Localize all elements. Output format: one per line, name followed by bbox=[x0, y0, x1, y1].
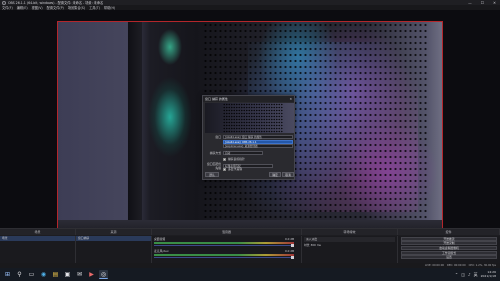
track-name: 桌面音频 bbox=[154, 237, 166, 241]
start-streaming-button[interactable]: 开始推流 bbox=[401, 236, 497, 241]
capture-cursor-checkbox[interactable] bbox=[223, 157, 226, 161]
multi-adapter-row: 多显卡兼容 bbox=[223, 167, 242, 171]
track-db: 0.0 dB bbox=[284, 249, 294, 253]
mixer-track: 桌面音频 0.0 dB bbox=[154, 237, 294, 248]
transitions-dock-header: 转场特效 bbox=[302, 229, 398, 235]
volume-slider-knob[interactable] bbox=[291, 256, 294, 260]
windows-taskbar: ⊞ ⚲ ▭ ◉ ▤ ▣ ✉ ▶ ◎ ⌃ ◫ ♪ 英 14:26 2021/1/1… bbox=[0, 268, 500, 281]
scenes-dock-header: 场景 bbox=[0, 229, 76, 235]
method-select[interactable]: 自动 bbox=[223, 151, 263, 155]
transition-duration[interactable]: 时长 300 ms bbox=[302, 243, 397, 248]
controls-panel: 开始推流 开始录制 启动虚拟摄像机 工作室模式 设置 bbox=[398, 236, 500, 264]
volume-meter bbox=[154, 242, 294, 244]
clock-date: 2021/1/18 bbox=[480, 273, 496, 278]
obs-app-icon bbox=[2, 0, 6, 5]
defaults-button[interactable]: 默认 bbox=[205, 172, 219, 177]
sources-dock-header: 来源 bbox=[76, 229, 152, 235]
cpu-status: CPU: 1.2%, 30.00 fps bbox=[468, 264, 496, 267]
multi-adapter-checkbox[interactable] bbox=[223, 167, 226, 171]
window-select[interactable]: [obs64.exe]: 窗口 捕获 的属性 bbox=[223, 135, 293, 139]
method-row: 捕获方式 自动 bbox=[205, 151, 263, 155]
method-label: 捕获方式 bbox=[209, 151, 221, 155]
capture-cursor-label: 捕获鼠标指针 bbox=[228, 157, 245, 161]
dialog-title-bar: 窗口 捕获 的属性 ✕ bbox=[203, 96, 294, 102]
mixer-track: 麦克风/Aux 0.0 dB bbox=[154, 249, 294, 260]
pc-case-edge bbox=[128, 22, 142, 236]
dock-headers: 场景 来源 混音器 转场特效 控件 bbox=[0, 229, 500, 235]
volume-slider[interactable] bbox=[154, 244, 294, 248]
mixer-dock-header: 混音器 bbox=[152, 229, 302, 235]
track-db: 0.0 dB bbox=[284, 237, 294, 241]
cancel-button[interactable]: 取消 bbox=[282, 172, 294, 177]
minimize-button[interactable]: — bbox=[468, 1, 472, 5]
window-label: 窗口 bbox=[215, 135, 221, 139]
track-name: 麦克风/Aux bbox=[154, 249, 169, 253]
search-icon[interactable]: ⚲ bbox=[15, 270, 24, 279]
capture-cursor-row: 捕获鼠标指针 bbox=[223, 157, 245, 161]
mixer-panel: 桌面音频 0.0 dB 麦克风/Aux 0.0 dB bbox=[152, 236, 302, 264]
task-view-icon[interactable]: ▭ bbox=[27, 270, 36, 279]
media-icon[interactable]: ▶ bbox=[87, 270, 96, 279]
volume-icon[interactable]: ♪ bbox=[468, 272, 471, 277]
docks-area: 场景 来源 混音器 转场特效 控件 场景 窗口捕获 桌面音频 0.0 dB 麦克… bbox=[0, 228, 500, 264]
start-recording-button[interactable]: 开始录制 bbox=[401, 241, 497, 246]
priority-label: 窗口匹配优先级 bbox=[207, 162, 221, 170]
store-icon[interactable]: ▣ bbox=[63, 270, 72, 279]
windows-start-icon[interactable]: ⊞ bbox=[3, 270, 12, 279]
maximize-button[interactable]: ☐ bbox=[481, 1, 484, 5]
mail-icon[interactable]: ✉ bbox=[75, 270, 84, 279]
dialog-preview-thumbnail bbox=[205, 103, 294, 133]
window-controls: — ☐ ✕ bbox=[468, 1, 500, 5]
transition-select[interactable]: 淡入淡出 bbox=[304, 237, 395, 242]
obs-icon[interactable]: ◎ bbox=[99, 270, 108, 279]
window-row: 窗口 [obs64.exe]: 窗口 捕获 的属性 bbox=[205, 135, 293, 139]
studio-mode-button[interactable]: 工作室模式 bbox=[401, 250, 497, 255]
window-option[interactable]: [explorer.exe]: 资源管理器 bbox=[223, 144, 293, 148]
edge-icon[interactable]: ◉ bbox=[39, 270, 48, 279]
close-button[interactable]: ✕ bbox=[493, 1, 496, 5]
dialog-title: 窗口 捕获 的属性 bbox=[205, 97, 228, 101]
live-status: LIVE: 00:00:00 bbox=[425, 264, 445, 267]
system-tray: ⌃ ◫ ♪ 英 14:26 2021/1/18 bbox=[455, 270, 500, 278]
scenes-panel: 场景 bbox=[0, 236, 76, 264]
scene-item[interactable]: 场景 bbox=[0, 236, 75, 241]
network-icon[interactable]: ◫ bbox=[461, 272, 465, 277]
volume-slider-knob[interactable] bbox=[291, 244, 294, 248]
file-explorer-icon[interactable]: ▤ bbox=[51, 270, 60, 279]
thumbnail-mesh bbox=[223, 103, 283, 133]
controls-dock-header: 控件 bbox=[398, 229, 500, 235]
ok-button[interactable]: 确定 bbox=[269, 172, 281, 177]
sources-panel: 窗口捕获 bbox=[76, 236, 152, 264]
window-dropdown-list: [obs64.exe]: OBS 26.1.1 [explorer.exe]: … bbox=[223, 140, 293, 148]
volume-slider[interactable] bbox=[154, 256, 294, 260]
volume-meter bbox=[154, 254, 294, 256]
settings-button[interactable]: 设置 bbox=[401, 255, 497, 260]
dialog-close-icon[interactable]: ✕ bbox=[289, 97, 294, 101]
tray-overflow-icon[interactable]: ⌃ bbox=[455, 272, 458, 277]
input-language-icon[interactable]: 英 bbox=[474, 272, 478, 278]
window-capture-properties-dialog: 窗口 捕获 的属性 ✕ 窗口 [obs64.exe]: 窗口 捕获 的属性 [o… bbox=[202, 95, 295, 180]
rec-status: REC: 00:00:00 bbox=[447, 264, 466, 267]
source-item-window-capture[interactable]: 窗口捕获 bbox=[76, 236, 151, 241]
multi-adapter-label: 多显卡兼容 bbox=[228, 167, 242, 171]
transitions-panel: 淡入淡出 时长 300 ms bbox=[302, 236, 398, 264]
clock[interactable]: 14:26 2021/1/18 bbox=[480, 270, 496, 278]
virtual-camera-button[interactable]: 启动虚拟摄像机 bbox=[401, 245, 497, 251]
